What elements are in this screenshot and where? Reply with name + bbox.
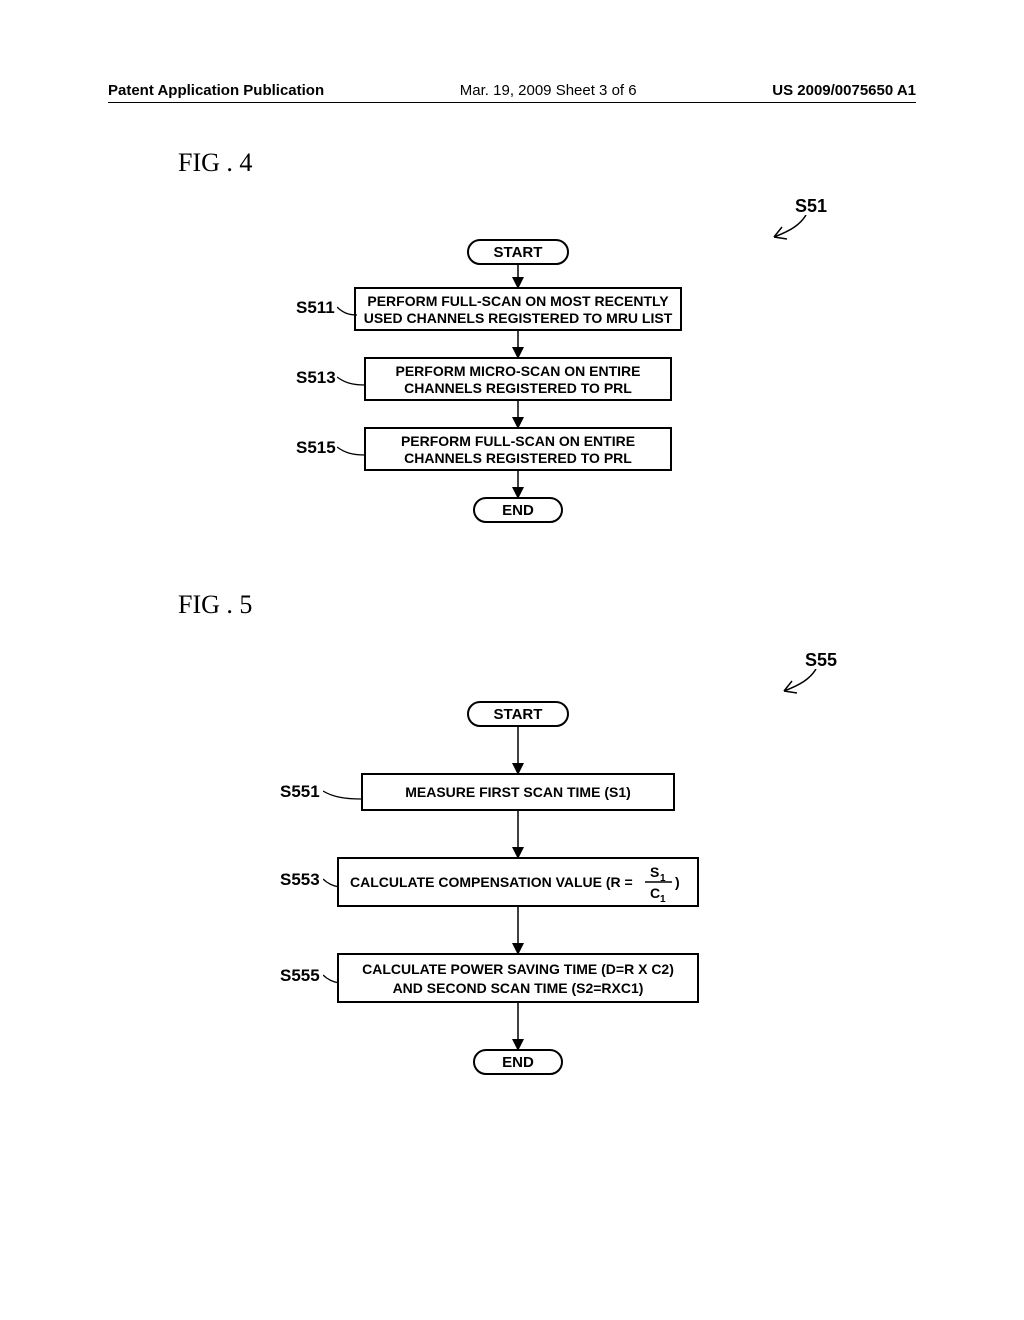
fig5-s551-connector [323, 788, 363, 802]
header-right: US 2009/0075650 A1 [772, 82, 916, 99]
fig5-step-s555-tag: S555 [280, 966, 320, 986]
fig5-s553-suffix: ) [675, 874, 680, 890]
fig5-s553-connector [323, 876, 341, 890]
figure-5-flowchart: START MEASURE FIRST SCAN TIME (S1) CALCU… [300, 700, 780, 1130]
figure-5-ref-arc-icon [774, 669, 824, 699]
figure-5-ref: S55 [805, 650, 837, 671]
fig4-end: END [502, 502, 534, 519]
fig4-s513-l2: CHANNELS REGISTERED TO PRL [404, 380, 632, 396]
fig5-s555-l1: CALCULATE POWER SAVING TIME (D=R X C2) [362, 961, 674, 977]
fig4-s511-connector [337, 304, 359, 318]
fig4-s511-l2: USED CHANNELS REGISTERED TO MRU LIST [364, 310, 673, 326]
fig5-end: END [502, 1054, 534, 1071]
figure-4-label: FIG . 4 [178, 148, 252, 178]
header-left: Patent Application Publication [108, 82, 324, 99]
fig5-s555-connector [323, 972, 341, 986]
header-mid: Mar. 19, 2009 Sheet 3 of 6 [460, 82, 637, 99]
fig5-step-s551-tag: S551 [280, 782, 320, 802]
fig4-step-s513-tag: S513 [296, 368, 336, 388]
fig5-start: START [494, 706, 543, 723]
fig5-s553-prefix: CALCULATE COMPENSATION VALUE (R = [350, 874, 633, 890]
fig5-step-s553-tag: S553 [280, 870, 320, 890]
fig4-s511-l1: PERFORM FULL-SCAN ON MOST RECENTLY [367, 293, 669, 309]
fig5-s553-den: C [650, 885, 660, 901]
fig5-s555-l2: AND SECOND SCAN TIME (S2=RXC1) [393, 980, 644, 996]
figure-5-label: FIG . 5 [178, 590, 252, 620]
fig4-s515-l2: CHANNELS REGISTERED TO PRL [404, 450, 632, 466]
fig4-s515-connector [337, 444, 367, 458]
fig4-step-s515-tag: S515 [296, 438, 336, 458]
fig4-start: START [494, 244, 543, 261]
fig4-s513-connector [337, 374, 367, 388]
fig5-s553-num: S [650, 864, 659, 880]
fig4-s513-l1: PERFORM MICRO-SCAN ON ENTIRE [396, 363, 641, 379]
fig5-s553-densub: 1 [660, 894, 666, 905]
fig5-s551: MEASURE FIRST SCAN TIME (S1) [405, 784, 631, 800]
figure-4-flowchart: START PERFORM FULL-SCAN ON MOST RECENTLY… [300, 238, 780, 558]
fig4-s515-l1: PERFORM FULL-SCAN ON ENTIRE [401, 433, 635, 449]
figure-4-ref: S51 [795, 196, 827, 217]
page-header: Patent Application Publication Mar. 19, … [108, 82, 916, 103]
fig4-step-s511-tag: S511 [296, 298, 335, 318]
